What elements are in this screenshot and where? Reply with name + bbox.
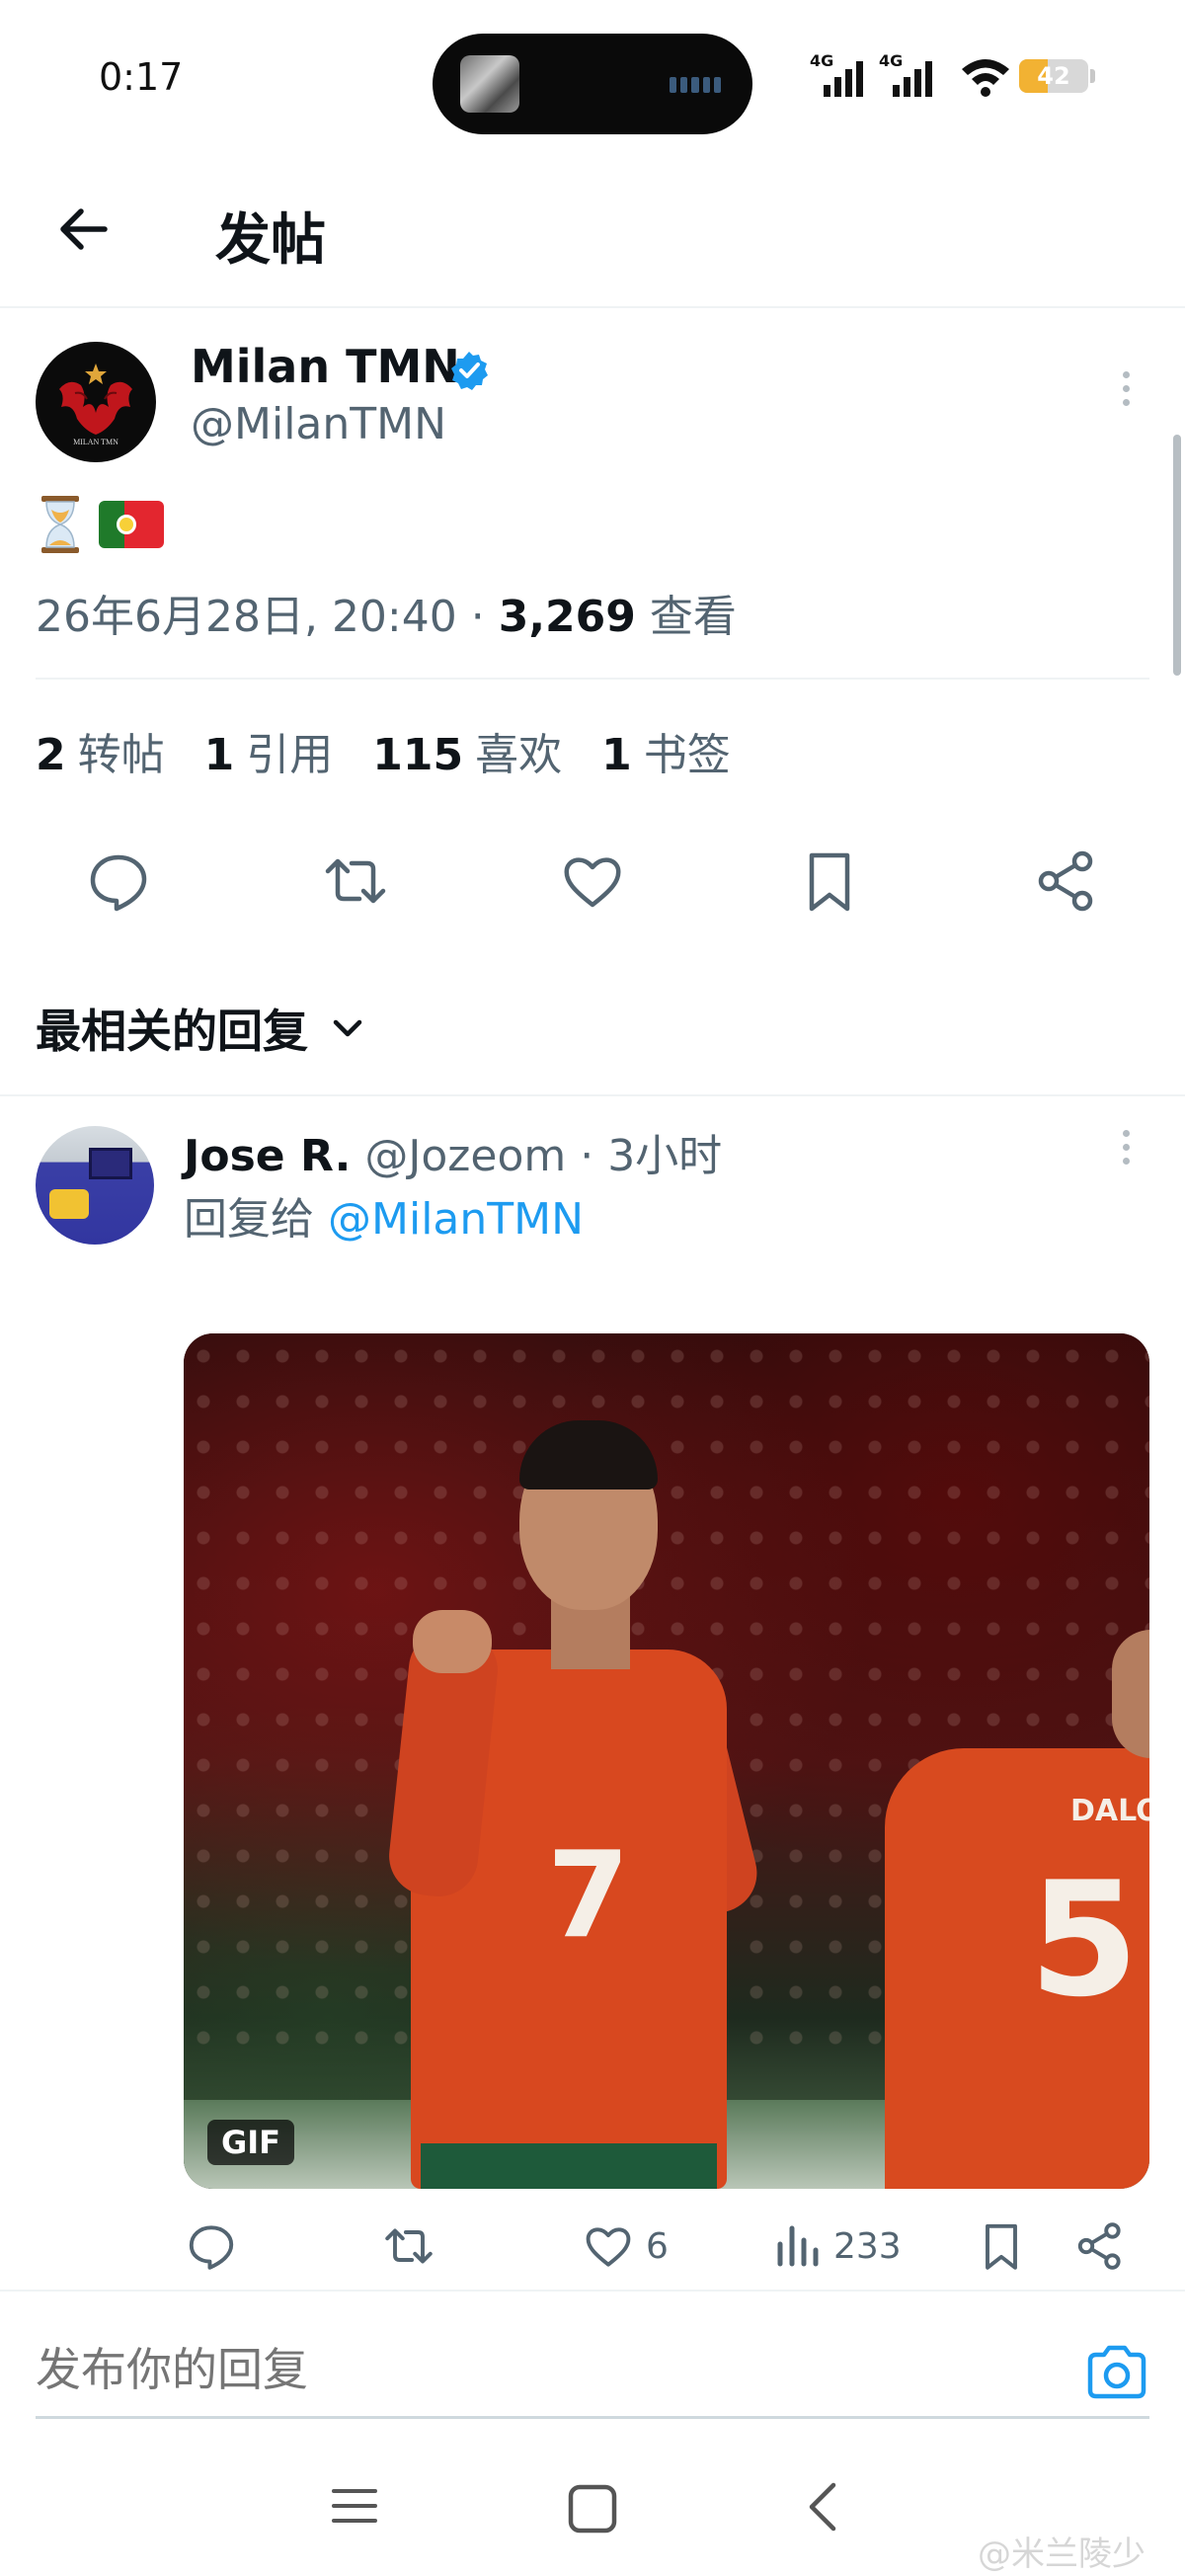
reply-author-name[interactable]: Jose R. <box>184 1131 351 1181</box>
reposts-count: 2 <box>36 730 66 780</box>
reply-time[interactable]: 3小时 <box>607 1131 722 1181</box>
media-thumbnail <box>460 55 519 113</box>
views-icon <box>777 2225 819 2267</box>
reply-composer <box>36 2323 1149 2418</box>
engagement-stats: 2 转帖 1 引用 115 喜欢 1 书签 <box>36 719 731 782</box>
more-options-icon[interactable] <box>1114 1130 1138 1173</box>
bookmarks-stat[interactable]: 1 书签 <box>601 719 731 782</box>
reply-likes-count: 6 <box>646 2225 669 2267</box>
home-square-icon[interactable] <box>563 2479 622 2538</box>
share-button[interactable] <box>1072 2211 1128 2282</box>
menu-icon[interactable] <box>330 2481 379 2531</box>
status-icons: 4G 4G 42 <box>810 51 1106 101</box>
tweet-datetime[interactable]: 26年6月28日, 20:40 <box>36 592 457 642</box>
composer-divider <box>0 2290 1185 2292</box>
milan-logo-icon: MILAN TMN <box>59 363 132 446</box>
cell-signal-icon: 4G <box>879 51 958 97</box>
wifi-icon <box>962 59 1009 97</box>
reply-actions: 6 233 <box>184 2211 1149 2282</box>
tweet-actions <box>0 845 1185 917</box>
meta-divider <box>36 678 1149 680</box>
heart-icon <box>564 857 621 908</box>
reply-input[interactable] <box>36 2343 626 2396</box>
replying-to: 回复给 @MilanTMN <box>184 1183 584 1247</box>
header-divider <box>0 306 1185 308</box>
more-options-icon[interactable] <box>1114 371 1138 415</box>
likes-count: 115 <box>372 730 464 780</box>
battery-level: 42 <box>1037 62 1070 90</box>
reply-author-handle[interactable]: @Jozeom <box>364 1131 566 1181</box>
sort-label: 最相关的回复 <box>36 1005 308 1058</box>
views-button[interactable]: 233 <box>772 2211 902 2282</box>
reply-button[interactable] <box>83 845 154 917</box>
reposts-stat[interactable]: 2 转帖 <box>36 719 165 782</box>
reply-avatar[interactable] <box>36 1126 154 1245</box>
retweet-icon <box>385 2228 433 2264</box>
heart-icon <box>586 2227 631 2267</box>
bookmark-icon <box>809 852 850 912</box>
replying-to-user-link[interactable]: @MilanTMN <box>328 1194 584 1245</box>
retweet-icon <box>325 858 386 904</box>
share-icon <box>1077 2222 1121 2270</box>
reply-icon <box>90 854 147 912</box>
verified-badge-icon <box>451 352 488 390</box>
views-count: 3,269 <box>498 592 636 642</box>
back-chevron-icon[interactable] <box>798 2477 847 2536</box>
quotes-label: 引用 <box>246 730 334 780</box>
chevron-down-icon <box>333 1019 362 1037</box>
tweet-text <box>40 490 164 559</box>
svg-text:MILAN TMN: MILAN TMN <box>73 438 118 446</box>
share-icon <box>1038 850 1093 912</box>
composer-underline <box>36 2416 1149 2419</box>
gif-badge: GIF <box>207 2120 295 2165</box>
audio-bars-icon <box>670 77 722 93</box>
hourglass-icon <box>41 496 79 553</box>
likes-stat[interactable]: 115 喜欢 <box>372 719 562 782</box>
arrow-left-icon <box>60 208 108 250</box>
bookmark-button[interactable] <box>794 845 865 917</box>
meta-separator: · <box>456 592 499 642</box>
replying-to-label: 回复给 <box>184 1194 314 1245</box>
battery-cap <box>1090 69 1095 83</box>
back-button[interactable] <box>47 194 118 265</box>
author-avatar[interactable]: MILAN TMN <box>36 342 156 462</box>
reply-header: Jose R. @Jozeom · 3小时 <box>184 1120 722 1183</box>
share-button[interactable] <box>1031 845 1102 917</box>
cell-signal-icon: 4G <box>810 51 889 97</box>
reply-separator: · <box>566 1131 608 1181</box>
battery-icon: 42 <box>1019 59 1088 93</box>
scrollbar[interactable] <box>1173 435 1181 676</box>
retweet-button[interactable] <box>320 845 391 917</box>
retweet-button[interactable] <box>381 2211 436 2282</box>
portugal-flag-icon <box>99 501 164 548</box>
author-handle[interactable]: @MilanTMN <box>191 399 446 449</box>
dynamic-island[interactable] <box>433 34 752 134</box>
bookmarks-count: 1 <box>601 730 632 780</box>
quotes-stat[interactable]: 1 引用 <box>204 719 334 782</box>
reposts-label: 转帖 <box>77 730 165 780</box>
status-time: 0:17 <box>99 55 184 99</box>
bookmarks-label: 书签 <box>643 730 731 780</box>
reply-views-count: 233 <box>833 2225 902 2267</box>
watermark: @米兰陵少 <box>978 2535 1146 2574</box>
page-title: 发帖 <box>215 208 326 273</box>
reply-icon <box>189 2225 234 2270</box>
bookmark-button[interactable] <box>974 2211 1029 2282</box>
like-button[interactable] <box>557 845 628 917</box>
reply-sort-dropdown[interactable]: 最相关的回复 <box>36 996 367 1061</box>
like-button[interactable]: 6 <box>581 2211 669 2282</box>
views-label: 查看 <box>649 592 737 642</box>
tweet-meta: 26年6月28日, 20:40 · 3,269 查看 <box>36 581 737 644</box>
section-divider <box>0 1094 1185 1096</box>
reply-gif[interactable]: DALO 5 7 GIF <box>184 1333 1149 2189</box>
camera-icon[interactable] <box>1084 2343 1149 2402</box>
quotes-count: 1 <box>203 730 235 780</box>
likes-label: 喜欢 <box>475 730 563 780</box>
author-name[interactable]: Milan TMN <box>191 340 460 393</box>
reply-button[interactable] <box>184 2211 239 2282</box>
bookmark-icon <box>986 2223 1017 2270</box>
